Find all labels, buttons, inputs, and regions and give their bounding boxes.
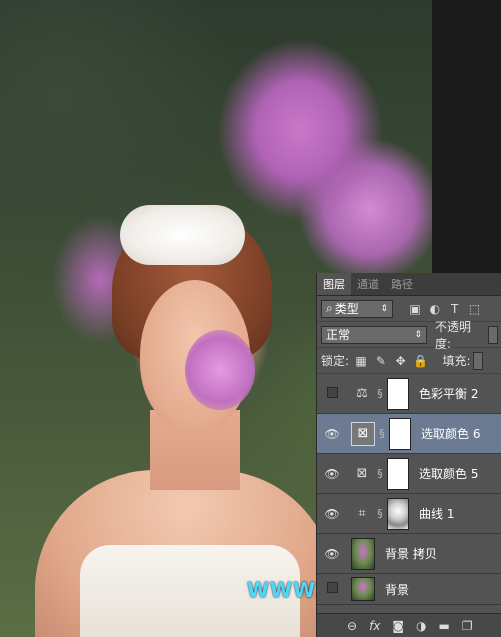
layer-row[interactable]: 👁 背景 拷贝 [317,534,501,574]
layer-mask-thumbnail[interactable] [387,497,409,530]
chain-link-icon[interactable]: § [373,507,387,520]
adjustment-filter-icon[interactable]: ◐ [427,302,443,316]
lock-transparent-icon[interactable]: ▦ [353,354,369,368]
lock-all-icon[interactable]: 🔒 [413,354,429,368]
photo-flower [185,330,255,410]
shape-filter-icon[interactable]: ⬚ [466,302,482,316]
visibility-toggle[interactable] [317,582,347,596]
tab-paths[interactable]: 路径 [385,273,419,295]
layer-mask-thumbnail[interactable] [389,417,411,450]
tab-channels[interactable]: 通道 [351,273,385,295]
eye-icon[interactable]: 👁 [317,507,347,521]
selective-color-icon: ⊠ [351,421,375,446]
layer-name[interactable]: 背景 拷贝 [385,545,437,562]
filter-dropdown[interactable]: ⌕ 类型 ⇕ [321,299,393,318]
opacity-label: 不透明度: [435,319,472,351]
lock-label: 锁定: [321,354,350,368]
opacity-input[interactable] [488,325,498,344]
photo-flower-crown [120,205,245,265]
layer-name[interactable]: 背景 [385,581,409,598]
filter-label: 类型 [334,302,359,316]
eye-icon[interactable]: 👁 [317,547,347,561]
layer-name[interactable]: 色彩平衡 2 [419,385,478,402]
image-thumbnail[interactable] [351,537,375,570]
chain-link-icon[interactable]: § [373,467,387,480]
folder-icon[interactable]: ▬ [439,619,450,633]
search-icon: ⌕ [326,301,333,315]
new-layer-icon[interactable]: ❐ [462,619,473,633]
visibility-toggle[interactable] [317,386,347,401]
layer-row[interactable]: 👁 ⌗ § 曲线 1 [317,494,501,534]
lock-move-icon[interactable]: ✥ [393,354,409,368]
balance-scale-icon: ⚖ [356,386,368,401]
layer-row[interactable]: 👁 ⊠ § 选取颜色 5 [317,454,501,494]
panel-tabs: 图层 通道 路径 [317,273,501,296]
eye-icon[interactable]: 👁 [317,427,347,441]
blend-row: 正常 ⇕ 不透明度: [317,320,501,351]
selective-color-icon: ⊠ [356,466,368,481]
layers-panel: 图层 通道 路径 ⌕ 类型 ⇕ ▣ ◐ T ⬚ 正常 ⇕ 不透明度: 锁定: ▦… [316,273,501,637]
chevron-down-icon: ⇕ [414,329,423,340]
layer-name[interactable]: 选取颜色 6 [421,425,480,442]
lock-icons: ▦ ✎ ✥ 🔒 [353,354,428,368]
link-icon[interactable]: ⊖ [347,619,357,633]
layer-mask-thumbnail[interactable] [387,457,409,490]
blend-mode-value: 正常 [326,328,351,342]
fill-input[interactable] [472,351,483,370]
layer-mask-thumbnail[interactable] [387,377,409,410]
layer-row[interactable]: 背景 [317,574,501,605]
eye-icon[interactable]: 👁 [317,467,347,481]
layer-name[interactable]: 选取颜色 5 [419,465,478,482]
curves-icon: ⌗ [358,506,366,521]
layer-name[interactable]: 曲线 1 [419,505,454,522]
mask-icon[interactable]: ◙ [392,619,404,633]
fill-label: 填充: [442,354,471,368]
tab-layers[interactable]: 图层 [317,273,351,295]
lock-row: 锁定: ▦ ✎ ✥ 🔒 填充: [317,348,501,374]
panel-bottom-bar: ⊖ fx ◙ ◑ ▬ ❐ [317,613,501,637]
fx-icon[interactable]: fx [369,619,380,633]
chain-link-icon[interactable]: § [373,387,387,400]
type-filter-icon[interactable]: T [447,302,463,316]
blend-mode-dropdown[interactable]: 正常 ⇕ [321,325,428,344]
adjustment-icon[interactable]: ◑ [416,619,426,633]
layer-row[interactable]: 👁 ⊠ § 选取颜色 6 [317,414,501,454]
filter-icons: ▣ ◐ T ⬚ [407,302,482,316]
image-thumbnail[interactable] [351,577,375,601]
chain-link-icon[interactable]: § [375,427,389,440]
image-filter-icon[interactable]: ▣ [407,302,423,316]
lock-paint-icon[interactable]: ✎ [373,354,389,368]
chevron-down-icon: ⇕ [380,303,388,314]
layer-row[interactable]: ⚖ § 色彩平衡 2 [317,374,501,414]
